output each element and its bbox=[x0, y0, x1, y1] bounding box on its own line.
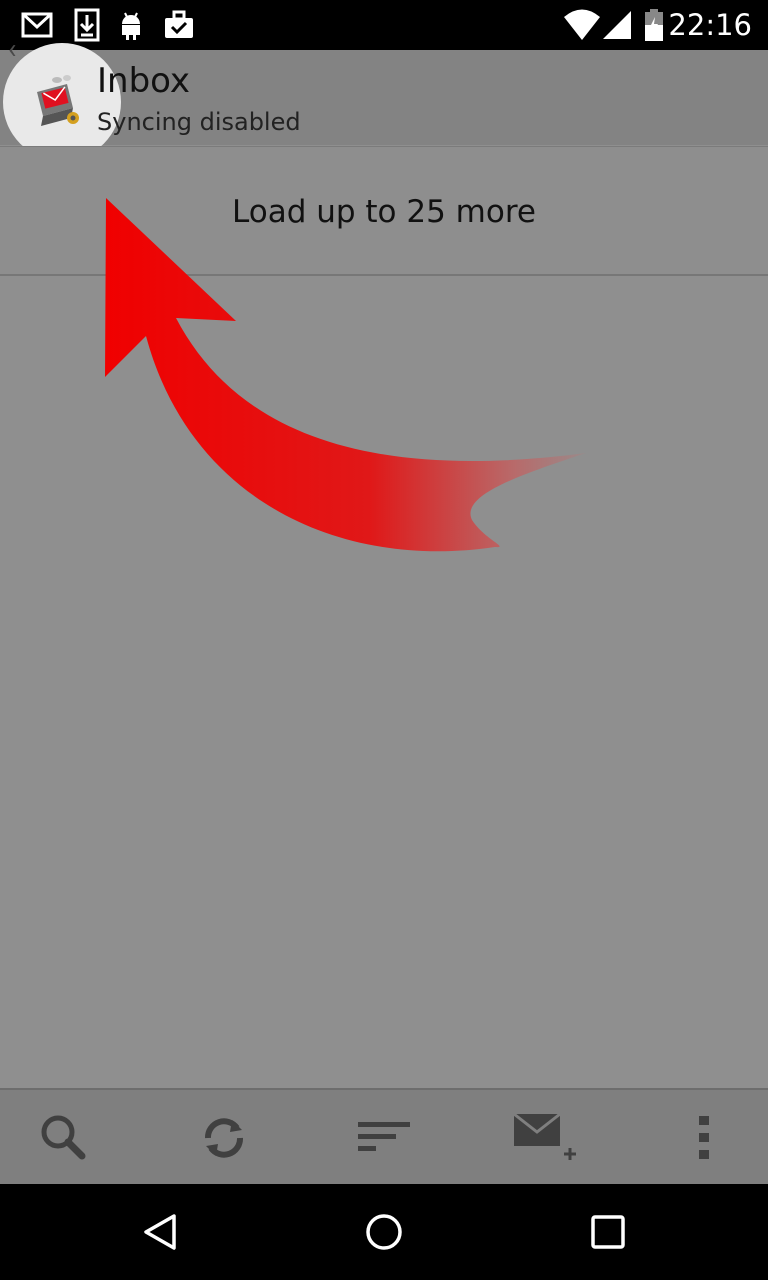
up-navigation-chevron-icon[interactable]: ‹ bbox=[8, 32, 16, 65]
status-bar: 22:16 bbox=[0, 0, 768, 50]
wifi-icon bbox=[564, 9, 600, 40]
bottom-toolbar bbox=[0, 1088, 768, 1184]
search-icon bbox=[41, 1115, 86, 1160]
briefcase-check-icon bbox=[165, 10, 193, 38]
recents-icon bbox=[591, 1215, 625, 1249]
overflow-menu-button[interactable] bbox=[676, 1110, 732, 1166]
signal-icon bbox=[603, 11, 631, 39]
android-icon bbox=[122, 12, 140, 40]
tutorial-arrow-icon bbox=[105, 198, 586, 552]
sort-icon bbox=[358, 1122, 410, 1151]
refresh-icon bbox=[205, 1118, 243, 1158]
overflow-menu-icon bbox=[699, 1116, 709, 1159]
compose-icon bbox=[513, 1112, 576, 1160]
navigation-bar bbox=[0, 1184, 768, 1280]
compose-button[interactable] bbox=[512, 1110, 578, 1166]
gmail-icon bbox=[21, 12, 53, 38]
app-icon[interactable] bbox=[27, 70, 83, 130]
download-icon bbox=[74, 8, 100, 42]
page-title: Inbox bbox=[97, 61, 191, 101]
back-icon bbox=[144, 1214, 176, 1250]
battery-icon bbox=[645, 9, 663, 41]
home-icon bbox=[366, 1214, 402, 1250]
status-time: 22:16 bbox=[668, 8, 752, 42]
nav-back-button[interactable] bbox=[136, 1208, 184, 1256]
nav-home-button[interactable] bbox=[360, 1208, 408, 1256]
search-button[interactable] bbox=[36, 1110, 92, 1166]
nav-recents-button[interactable] bbox=[584, 1208, 632, 1256]
refresh-button[interactable] bbox=[196, 1110, 252, 1166]
sync-status-subtitle: Syncing disabled bbox=[97, 108, 301, 136]
sort-button[interactable] bbox=[356, 1110, 412, 1166]
